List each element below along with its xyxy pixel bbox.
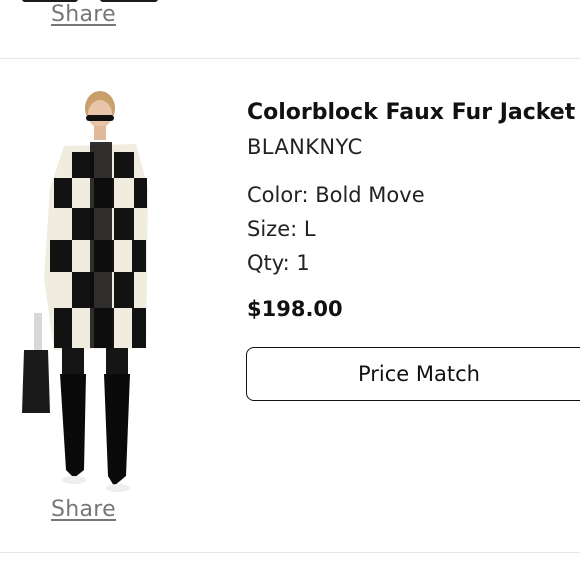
product-photo-icon [22,91,148,492]
product-attributes: Color: Bold Move Size: L Qty: 1 [247,178,580,280]
product-quantity: Qty: 1 [247,251,310,275]
price-match-button[interactable]: Price Match [246,347,580,401]
product-size: Size: L [247,217,316,241]
product-details: Colorblock Faux Fur Jacket BLANKNYC Colo… [247,98,580,324]
divider [0,552,580,553]
product-brand: BLANKNYC [247,135,363,159]
share-link[interactable]: Share [51,497,116,522]
divider [0,58,580,59]
product-price: $198.00 [247,297,343,321]
product-image[interactable] [14,78,164,498]
product-color: Color: Bold Move [247,183,425,207]
order-item-list: Share Share Colorblock Faux Fur Jacket B… [0,0,580,580]
share-link[interactable]: Share [51,2,116,27]
product-title[interactable]: Colorblock Faux Fur Jacket [247,98,580,128]
